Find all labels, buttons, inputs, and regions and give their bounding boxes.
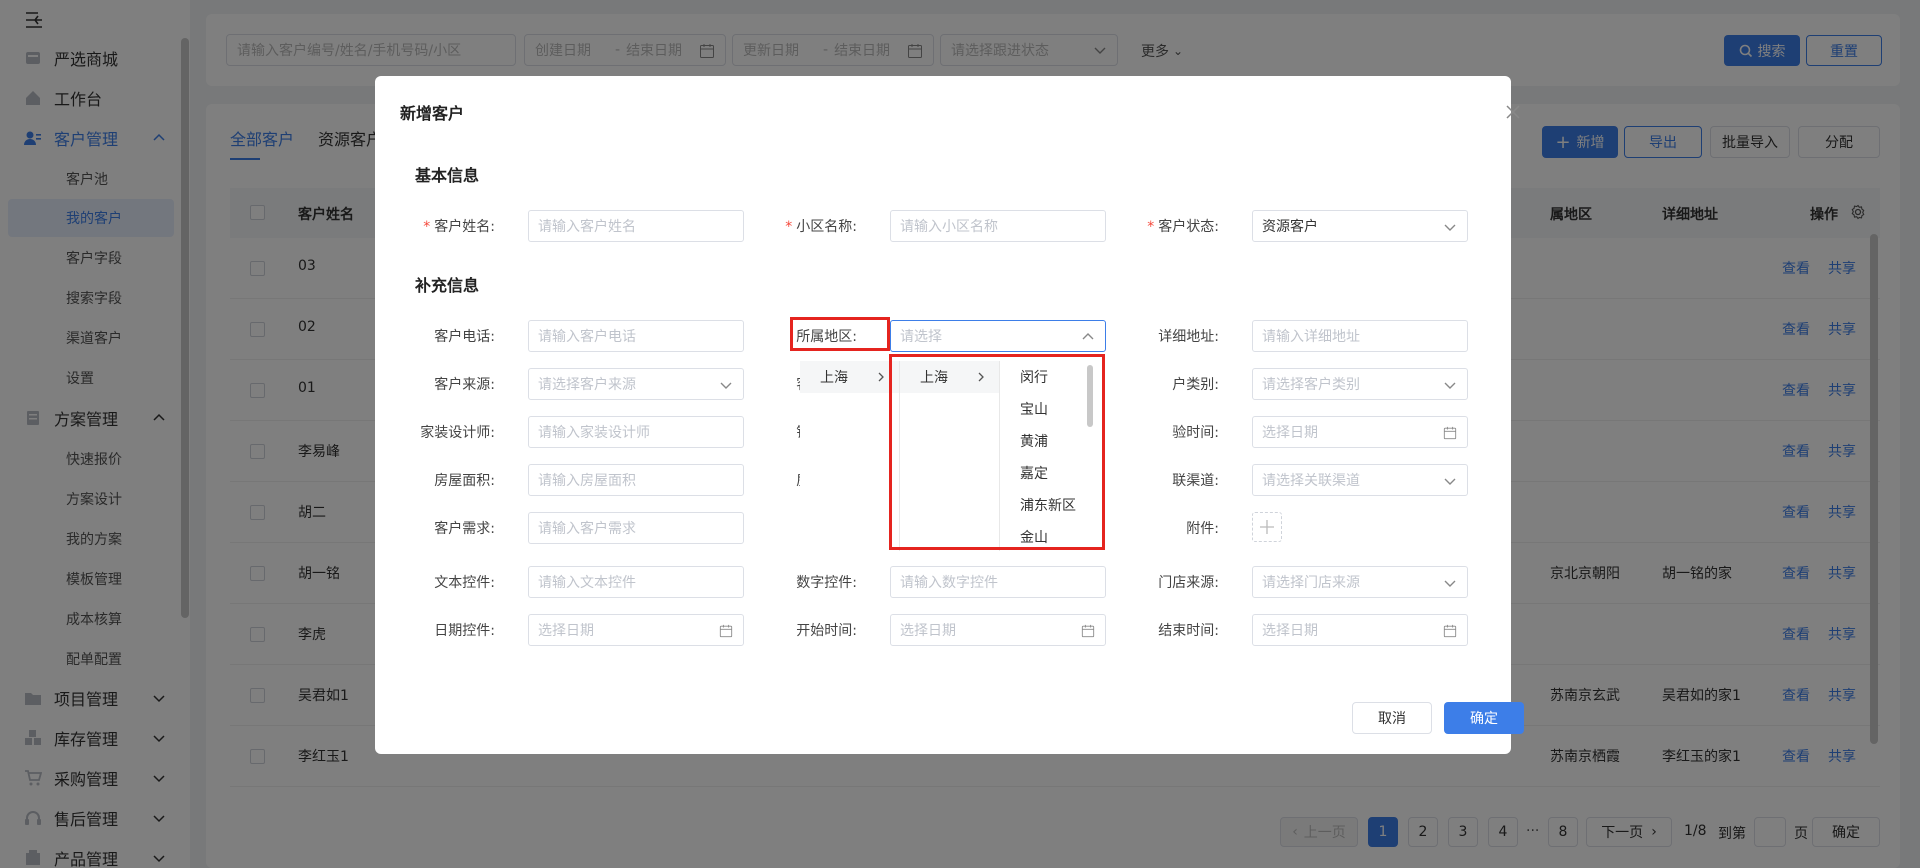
chevron-down-icon	[1444, 478, 1456, 485]
date-control-picker[interactable]: 选择日期	[528, 614, 744, 646]
field-label-end-time: 结束时间:	[1158, 623, 1219, 639]
customer-name-input[interactable]: 请输入客户姓名	[528, 210, 744, 242]
add-customer-dialog: 新增客户 基本信息 * 客户姓名: 请输入客户姓名 * 小区名称: 请输入小区名称 …	[375, 76, 1524, 754]
chevron-down-icon	[1444, 224, 1456, 231]
chevron-down-icon	[1444, 382, 1456, 389]
field-label-demand: 客户需求:	[434, 521, 495, 537]
field-label-start-time: 开始时间:	[796, 623, 857, 639]
text-control-input[interactable]: 请输入文本控件	[528, 566, 744, 598]
store-source-select[interactable]: 请选择门店来源	[1252, 566, 1468, 598]
chevron-up-icon	[1082, 333, 1094, 340]
cancel-button[interactable]: 取消	[1352, 702, 1432, 734]
field-label-address: 详细地址:	[1158, 329, 1219, 345]
cascader-option[interactable]: 上海	[800, 361, 899, 393]
time-date-picker[interactable]: 选择日期	[1252, 416, 1468, 448]
field-label-attachment: 附件:	[1186, 521, 1219, 537]
close-icon[interactable]	[1505, 104, 1521, 120]
dialog-title: 新增客户	[400, 104, 465, 123]
field-label-text-ctrl: 文本控件:	[434, 575, 495, 591]
customer-demand-input[interactable]: 请输入客户需求	[528, 512, 744, 544]
cascader-column-province: 上海	[800, 361, 900, 551]
field-label-store-source: 门店来源:	[1158, 575, 1219, 591]
field-label-time: 验时间:	[1172, 425, 1219, 441]
number-control-input[interactable]: 请输入数字控件	[890, 566, 1106, 598]
end-time-picker[interactable]: 选择日期	[1252, 614, 1468, 646]
region-cascader-input[interactable]: 请选择	[890, 320, 1106, 352]
start-time-picker[interactable]: 选择日期	[890, 614, 1106, 646]
section-basic-info: 基本信息	[415, 162, 480, 188]
field-label-name: * 客户姓名:	[423, 219, 495, 235]
calendar-icon	[1081, 624, 1095, 638]
calendar-icon	[1443, 426, 1457, 440]
field-label-area: 房屋面积:	[434, 473, 495, 489]
field-label-status: * 客户状态:	[1147, 219, 1219, 235]
field-label-channel: 联渠道:	[1172, 473, 1219, 489]
calendar-icon	[719, 624, 733, 638]
attachment-upload[interactable]	[1252, 512, 1282, 542]
field-label-date-ctrl: 日期控件:	[434, 623, 495, 639]
address-input[interactable]: 请输入详细地址	[1252, 320, 1468, 352]
field-label-source: 客户来源:	[434, 377, 495, 393]
community-name-input[interactable]: 请输入小区名称	[890, 210, 1106, 242]
field-label-phone: 客户电话:	[434, 329, 495, 345]
highlight-cascader	[889, 354, 1105, 550]
confirm-button[interactable]: 确定	[1444, 702, 1524, 734]
field-label-category: 户类别:	[1172, 377, 1219, 393]
channel-select[interactable]: 请选择关联渠道	[1252, 464, 1468, 496]
plus-icon	[1260, 520, 1274, 534]
highlight-region-label	[790, 317, 890, 351]
field-label-community: * 小区名称:	[785, 219, 857, 235]
field-label-designer: 家装设计师:	[420, 425, 495, 441]
customer-status-select[interactable]: 资源客户	[1252, 210, 1468, 242]
calendar-icon	[1443, 624, 1457, 638]
customer-phone-input[interactable]: 请输入客户电话	[528, 320, 744, 352]
designer-input[interactable]: 请输入家装设计师	[528, 416, 744, 448]
customer-source-select[interactable]: 请选择客户来源	[528, 368, 744, 400]
chevron-down-icon	[720, 382, 732, 389]
customer-category-select[interactable]: 请选择客户类别	[1252, 368, 1468, 400]
chevron-right-icon	[878, 372, 884, 382]
chevron-down-icon	[1444, 580, 1456, 587]
section-extra-info: 补充信息	[415, 272, 480, 298]
field-label-num-ctrl: 数字控件:	[796, 575, 857, 591]
house-area-input[interactable]: 请输入房屋面积	[528, 464, 744, 496]
